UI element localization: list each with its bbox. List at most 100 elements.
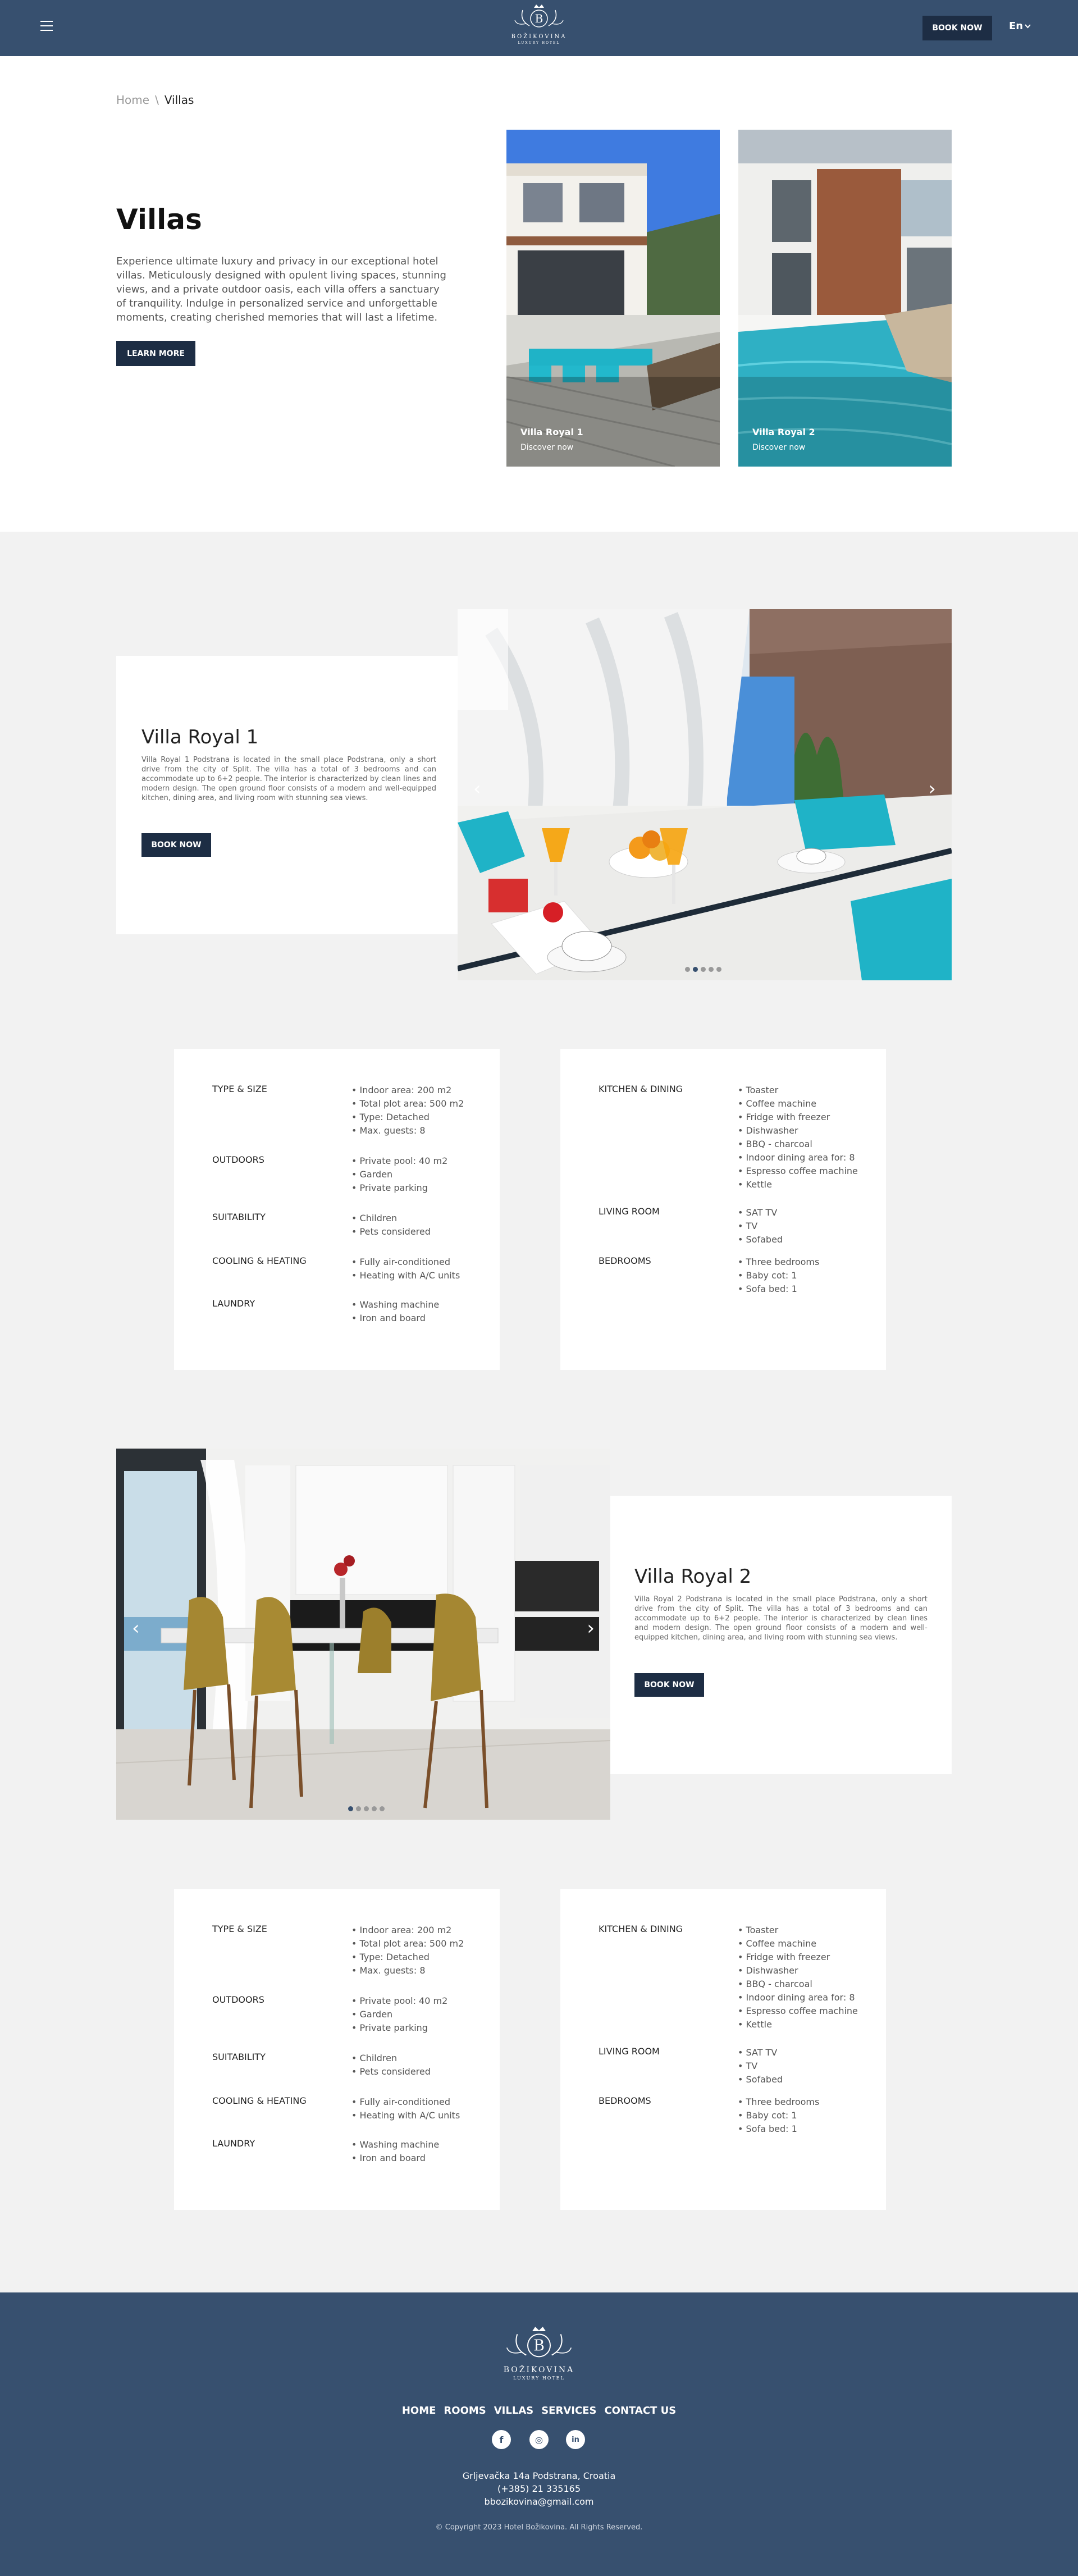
gallery-next-arrow[interactable]: › (928, 778, 936, 800)
logo-crest-icon: B (506, 2327, 572, 2358)
gallery-dot[interactable] (716, 967, 721, 972)
amenity-item: Indoor area: 200 m2 (351, 1924, 464, 1937)
gallery-dot[interactable] (364, 1806, 369, 1811)
amenity-item: Iron and board (351, 2152, 439, 2165)
amenity-item: Private parking (351, 2021, 447, 2035)
villa-2-book-button[interactable]: BOOK NOW (634, 1673, 704, 1697)
villa-1-book-button[interactable]: BOOK NOW (141, 833, 211, 857)
amenity-item: Three bedrooms (738, 1255, 820, 1269)
page-title: Villas (116, 203, 202, 236)
amenity-item: Heating with A/C units (351, 1269, 460, 1282)
amenity-list: Indoor area: 200 m2Total plot area: 500 … (351, 1924, 464, 1977)
menu-icon[interactable] (40, 21, 53, 31)
villa-2-amenities-left: TYPE & SIZE Indoor area: 200 m2Total plot… (174, 1889, 500, 2210)
gallery-dot[interactable] (685, 967, 690, 972)
discover-now-link[interactable]: Discover now (752, 443, 815, 452)
amenity-item: Washing machine (351, 2138, 440, 2152)
gallery-dot[interactable] (356, 1806, 361, 1811)
amenity-item: Children (351, 1212, 431, 1225)
breadcrumb-home[interactable]: Home (116, 93, 149, 107)
villa-royal-2-photo (738, 130, 952, 467)
amenity-item: Kettle (738, 1178, 858, 1191)
amenity-item: Toaster (738, 1084, 858, 1097)
gallery-dots[interactable] (685, 967, 721, 972)
amenity-label: LIVING ROOM (599, 2046, 660, 2057)
amenity-label: SUITABILITY (212, 2052, 266, 2062)
facebook-icon[interactable]: f (492, 2430, 511, 2449)
language-label: En (1009, 20, 1024, 32)
footer-logo[interactable]: B BOŽIKOVINA LUXURY HOTEL (499, 2325, 579, 2387)
learn-more-button[interactable]: LEARN MORE (116, 341, 195, 366)
gallery-dot[interactable] (372, 1806, 377, 1811)
amenity-list: Private pool: 40 m2GardenPrivate parking (351, 1994, 448, 2035)
amenity-item: Coffee machine (738, 1937, 858, 1951)
villa-1-description: Villa Royal 1 Podstrana is located in th… (141, 756, 436, 802)
amenity-label: KITCHEN & DINING (599, 1084, 683, 1094)
logo-subtext: LUXURY HOTEL (518, 41, 560, 45)
amenity-item: Sofa bed: 1 (738, 1282, 819, 1296)
footer-copyright: © Copyright 2023 Hotel Božikovina. All R… (435, 2523, 643, 2532)
amenity-item: Sofabed (738, 1233, 783, 1246)
villa-card-2[interactable]: Villa Royal 2 Discover now (738, 130, 952, 467)
footer-nav-home[interactable]: HOME (402, 2405, 436, 2417)
gallery-dot[interactable] (693, 967, 698, 972)
logo-text: BOŽIKOVINA (511, 34, 567, 40)
villa-card-1[interactable]: Villa Royal 1 Discover now (506, 130, 720, 467)
amenity-item: BBQ - charcoal (738, 1977, 858, 1991)
footer-nav-villas[interactable]: VILLAS (494, 2405, 533, 2417)
footer-nav-contact[interactable]: CONTACT US (604, 2405, 676, 2417)
gallery-dot[interactable] (701, 967, 706, 972)
amenity-list: ToasterCoffee machineFridge with freezer… (738, 1924, 858, 2031)
gallery-dot[interactable] (380, 1806, 385, 1811)
villa-2-gallery[interactable]: ‹ › (116, 1449, 610, 1820)
discover-now-link[interactable]: Discover now (520, 443, 583, 452)
logo-letter: B (535, 12, 543, 25)
amenity-item: Type: Detached (351, 1951, 464, 1964)
breadcrumb-current: Villas (164, 93, 194, 107)
amenity-item: Indoor dining area for: 8 (738, 1151, 858, 1164)
amenity-label: LAUNDRY (212, 2138, 255, 2149)
gallery-prev-arrow[interactable]: ‹ (132, 1617, 140, 1639)
gallery-next-arrow[interactable]: › (587, 1617, 595, 1639)
footer-phone[interactable]: (+385) 21 335165 (0, 2483, 1078, 2494)
villa-2-title: Villa Royal 2 (634, 1565, 752, 1588)
linkedin-icon[interactable]: in (566, 2430, 585, 2449)
amenity-label: COOLING & HEATING (212, 2095, 307, 2106)
villa-1-gallery[interactable]: ‹ › (458, 609, 952, 980)
amenity-item: Sofa bed: 1 (738, 2122, 819, 2136)
footer-nav-services[interactable]: SERVICES (541, 2405, 596, 2417)
footer-email[interactable]: bbozikovina@gmail.com (0, 2496, 1078, 2507)
amenity-item: Espresso coffee machine (738, 1164, 858, 1178)
instagram-icon[interactable]: ◎ (529, 2430, 549, 2449)
footer-address: Grljevačka 14a Podstrana, Croatia (462, 2470, 616, 2481)
footer-nav-rooms[interactable]: ROOMS (444, 2405, 486, 2417)
gallery-prev-arrow[interactable]: ‹ (473, 778, 481, 800)
amenity-list: Three bedroomsBaby cot: 1Sofa bed: 1 (738, 1255, 820, 1296)
book-now-button[interactable]: BOOK NOW (922, 16, 992, 40)
gallery-dot[interactable] (348, 1806, 353, 1811)
amenity-item: Fridge with freezer (738, 1111, 858, 1124)
intro-section: Home \ Villas Villas Experience ultimate… (0, 56, 1078, 532)
amenity-list: Three bedroomsBaby cot: 1Sofa bed: 1 (738, 2095, 820, 2136)
amenity-list: Fully air-conditionedHeating with A/C un… (351, 1255, 460, 1282)
amenity-item: Type: Detached (351, 1111, 464, 1124)
amenity-label: OUTDOORS (212, 1994, 264, 2005)
hotel-logo[interactable]: B BOŽIKOVINA LUXURY HOTEL (509, 3, 569, 49)
language-selector[interactable]: En (1009, 20, 1031, 32)
amenity-list: ChildrenPets considered (351, 2052, 431, 2079)
amenity-item: Max. guests: 8 (351, 1964, 464, 1977)
amenity-item: Children (351, 2052, 431, 2065)
villa-1-amenities-left: TYPE & SIZE Indoor area: 200 m2Total plot… (174, 1049, 500, 1370)
amenity-list: Washing machineIron and board (351, 2138, 440, 2165)
gallery-dots[interactable] (348, 1806, 385, 1811)
gallery-dot[interactable] (709, 967, 714, 972)
amenity-label: COOLING & HEATING (212, 1255, 307, 1266)
amenity-item: Espresso coffee machine (738, 2004, 858, 2018)
amenity-item: Three bedrooms (738, 2095, 820, 2109)
amenity-item: Total plot area: 500 m2 (351, 1937, 464, 1951)
villa-card-name: Villa Royal 1 (520, 427, 583, 437)
villa-card-name: Villa Royal 2 (752, 427, 815, 437)
logo-letter: B (533, 2337, 545, 2355)
amenity-list: Indoor area: 200 m2Total plot area: 500 … (351, 1084, 464, 1138)
intro-text: Experience ultimate luxury and privacy i… (116, 255, 446, 323)
